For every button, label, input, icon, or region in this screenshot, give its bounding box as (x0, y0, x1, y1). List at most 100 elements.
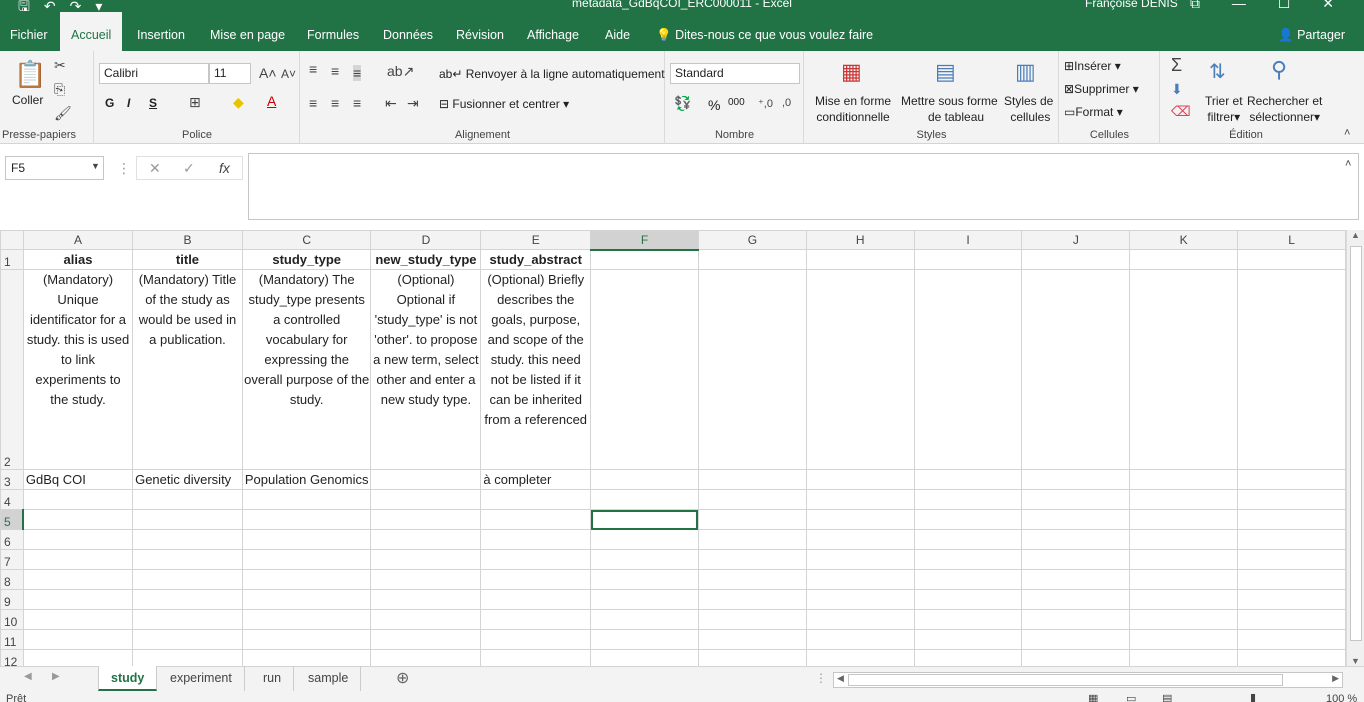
cell[interactable] (241, 509, 372, 530)
sheet-tab-sample[interactable]: sample (296, 666, 362, 691)
column-header[interactable]: D (370, 230, 482, 250)
insert-button[interactable]: ⊞Insérer ▾ (1064, 59, 1121, 73)
cell[interactable] (805, 489, 915, 510)
align-right-icon[interactable]: ≡ (353, 95, 361, 111)
cell[interactable] (1021, 489, 1131, 510)
cell[interactable] (1129, 249, 1239, 270)
cell[interactable] (132, 509, 243, 530)
cell[interactable] (590, 249, 699, 270)
fill-color-icon[interactable]: ◆ (233, 94, 244, 111)
column-header[interactable]: C (241, 230, 372, 250)
add-sheet-icon[interactable]: ⊕ (396, 668, 409, 688)
cell[interactable] (697, 649, 807, 666)
share-button[interactable]: 👤 Partager (1278, 12, 1345, 51)
cell[interactable] (370, 509, 482, 530)
cell[interactable] (480, 629, 592, 650)
cell-header-new-study-type[interactable]: new_study_type (370, 249, 482, 270)
cell[interactable] (590, 569, 699, 590)
cell[interactable] (913, 549, 1023, 570)
align-top-icon[interactable]: ≡ (309, 61, 317, 77)
increase-indent-icon[interactable]: ⇥ (407, 95, 419, 112)
cell[interactable] (805, 649, 915, 666)
row-header[interactable]: 9 (0, 589, 24, 610)
cell[interactable] (370, 629, 482, 650)
cell[interactable] (913, 269, 1023, 470)
cell[interactable] (370, 529, 482, 550)
column-header[interactable]: G (697, 230, 807, 250)
find-select-button[interactable]: Rechercher et sélectionner▾ (1247, 93, 1322, 125)
normal-view-icon[interactable]: ▦ (1088, 692, 1098, 702)
cell[interactable] (913, 589, 1023, 610)
fill-down-icon[interactable]: ⬇ (1171, 81, 1183, 98)
select-all-corner[interactable] (0, 230, 24, 250)
cell[interactable] (1237, 569, 1346, 590)
cell[interactable] (480, 589, 592, 610)
cell[interactable] (22, 629, 134, 650)
cell[interactable] (697, 529, 807, 550)
format-painter-icon[interactable]: 🖌 (54, 105, 72, 122)
cell-header-title[interactable]: title (132, 249, 243, 270)
cell[interactable] (370, 569, 482, 590)
cell-header-study-type[interactable]: study_type (241, 249, 372, 270)
cell[interactable] (22, 609, 134, 630)
vertical-scrollbar[interactable]: ▲ ▼ (1346, 230, 1364, 666)
cell-styles-icon[interactable]: ▥ (1015, 59, 1036, 85)
cell[interactable] (697, 249, 807, 270)
cell[interactable] (805, 549, 915, 570)
cell[interactable] (590, 629, 699, 650)
cell[interactable] (241, 569, 372, 590)
align-center-icon[interactable]: ≡ (331, 95, 339, 111)
thousands-button[interactable]: 000 (728, 97, 745, 108)
column-header[interactable]: B (132, 230, 243, 250)
cell[interactable] (1129, 529, 1239, 550)
decrease-decimal-icon[interactable]: ,0 (782, 97, 791, 109)
row-header[interactable]: 12 (0, 649, 24, 666)
collapse-ribbon-icon[interactable]: ˄ (1344, 127, 1350, 139)
wrap-text-button[interactable]: ab↵ Renvoyer à la ligne automatiquement (439, 67, 665, 81)
horizontal-scroll-thumb[interactable] (848, 674, 1283, 686)
paste-button[interactable]: Coller (12, 93, 43, 107)
cell[interactable] (132, 589, 243, 610)
cell[interactable] (1021, 269, 1131, 470)
window-controls[interactable]: ⧉ — ☐ ✕ (1190, 0, 1334, 12)
row-header[interactable]: 6 (0, 529, 24, 550)
row-header[interactable]: 3 (0, 469, 24, 490)
tab-aide[interactable]: Aide (605, 12, 630, 51)
cell[interactable] (1129, 649, 1239, 666)
column-header[interactable]: A (22, 230, 134, 250)
cell[interactable] (1021, 469, 1131, 490)
cell[interactable] (132, 529, 243, 550)
sort-filter-button[interactable]: Trier et filtrer▾ (1205, 93, 1243, 125)
cell[interactable] (22, 549, 134, 570)
paste-icon[interactable]: 📋 (14, 59, 46, 90)
cell[interactable] (913, 249, 1023, 270)
cell[interactable] (241, 529, 372, 550)
cell[interactable] (1237, 589, 1346, 610)
conditional-format-button[interactable]: Mise en forme conditionnelle (815, 93, 891, 125)
cell[interactable] (697, 509, 807, 530)
cell[interactable] (480, 489, 592, 510)
tab-accueil[interactable]: Accueil (60, 12, 123, 51)
cell[interactable] (1237, 549, 1346, 570)
number-format-field[interactable]: Standard (670, 63, 800, 84)
cell[interactable] (241, 649, 372, 666)
cell[interactable] (241, 549, 372, 570)
scroll-right-icon[interactable]: ▶ (1332, 673, 1339, 684)
autosum-icon[interactable]: Σ (1171, 55, 1182, 76)
find-select-icon[interactable]: ⚲ (1271, 57, 1287, 83)
cut-icon[interactable]: ✂ (54, 57, 66, 74)
cell[interactable] (590, 549, 699, 570)
column-header[interactable]: H (805, 230, 915, 250)
cell[interactable] (590, 269, 699, 470)
cell[interactable] (22, 649, 134, 666)
cell[interactable] (590, 529, 699, 550)
column-header[interactable]: I (913, 230, 1023, 250)
cell-styles-button[interactable]: Styles de cellules (1004, 93, 1053, 125)
cell-alias-value[interactable]: GdBq COI (22, 469, 134, 490)
worksheet-grid[interactable]: A B C D E F G H I J K L 1 alias title st… (0, 230, 1346, 666)
tab-splitter-icon[interactable]: ⋮ (815, 671, 827, 685)
format-as-table-button[interactable]: Mettre sous forme de tableau (901, 93, 998, 125)
cell[interactable] (22, 509, 134, 530)
name-box[interactable]: F5 (5, 156, 104, 180)
tab-insertion[interactable]: Insertion (137, 12, 185, 51)
